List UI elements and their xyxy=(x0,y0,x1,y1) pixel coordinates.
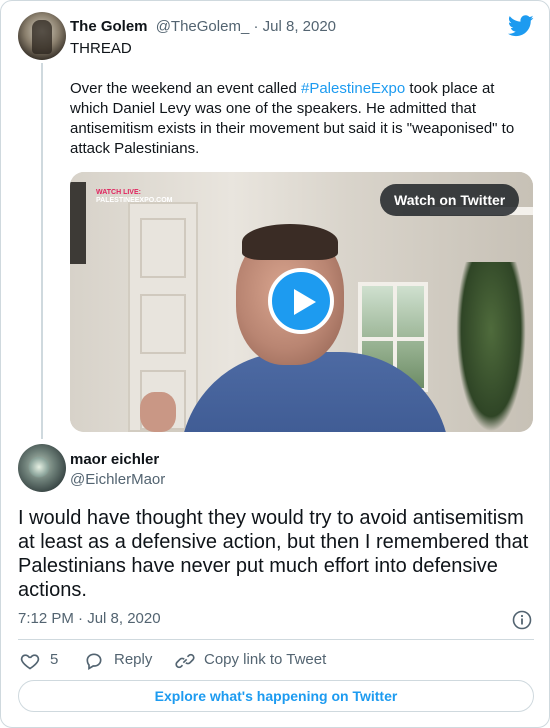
parent-meta-separator: · xyxy=(249,18,263,35)
reply-tweet-text: I would have thought they would try to a… xyxy=(18,507,529,601)
tweet-embed-card: The Golem @TheGolem_ · Jul 8, 2020 THREA… xyxy=(0,0,550,728)
parent-author-name[interactable]: The Golem xyxy=(70,18,148,35)
actions-divider xyxy=(18,639,534,640)
reply-bubble-icon xyxy=(86,653,102,670)
avatar-the-golem[interactable] xyxy=(18,12,66,60)
info-icon[interactable] xyxy=(512,610,532,630)
parent-tweet-text: Over the weekend an event called #Palest… xyxy=(70,79,530,159)
like-count: 5 xyxy=(50,651,59,668)
video-wall-frame xyxy=(70,182,86,264)
parent-author-handle[interactable]: @TheGolem_ xyxy=(156,18,250,35)
parent-tweet-date[interactable]: Jul 8, 2020 xyxy=(263,18,336,35)
play-button[interactable] xyxy=(268,268,334,334)
parent-tweet-header: The Golem @TheGolem_ · Jul 8, 2020 xyxy=(70,17,336,37)
video-thumbnail[interactable]: WATCH LIVE: PALESTINEEXPO.COM Watch on T… xyxy=(70,172,533,432)
heart-icon xyxy=(20,654,40,670)
video-plant xyxy=(456,262,526,432)
watermark-site: PALESTINEEXPO.COM xyxy=(96,197,173,204)
twitter-bird-icon[interactable] xyxy=(508,15,534,37)
reply-timestamp[interactable]: 7:12 PM · Jul 8, 2020 xyxy=(18,609,161,629)
video-speaker-hair xyxy=(242,224,338,260)
thread-connector-line xyxy=(41,63,43,439)
reply-label: Reply xyxy=(114,651,153,668)
watch-on-twitter-button[interactable]: Watch on Twitter xyxy=(380,184,520,216)
link-icon xyxy=(175,653,195,669)
avatar-maor-eichler[interactable] xyxy=(18,444,66,492)
watermark-live: WATCH LIVE: xyxy=(96,189,141,196)
reply-author-name[interactable]: maor eichler xyxy=(70,450,159,470)
thread-label: THREAD xyxy=(70,40,132,57)
parent-text-before: Over the weekend an event called xyxy=(70,80,301,97)
copy-link-label: Copy link to Tweet xyxy=(204,651,327,668)
explore-twitter-button[interactable]: Explore what's happening on Twitter xyxy=(18,680,534,712)
play-icon xyxy=(294,289,316,315)
reply-author-handle[interactable]: @EichlerMaor xyxy=(70,470,165,490)
video-speaker-hand xyxy=(140,392,176,432)
video-watermark: WATCH LIVE: PALESTINEEXPO.COM xyxy=(96,189,173,205)
hashtag-link[interactable]: #PalestineExpo xyxy=(301,80,405,97)
